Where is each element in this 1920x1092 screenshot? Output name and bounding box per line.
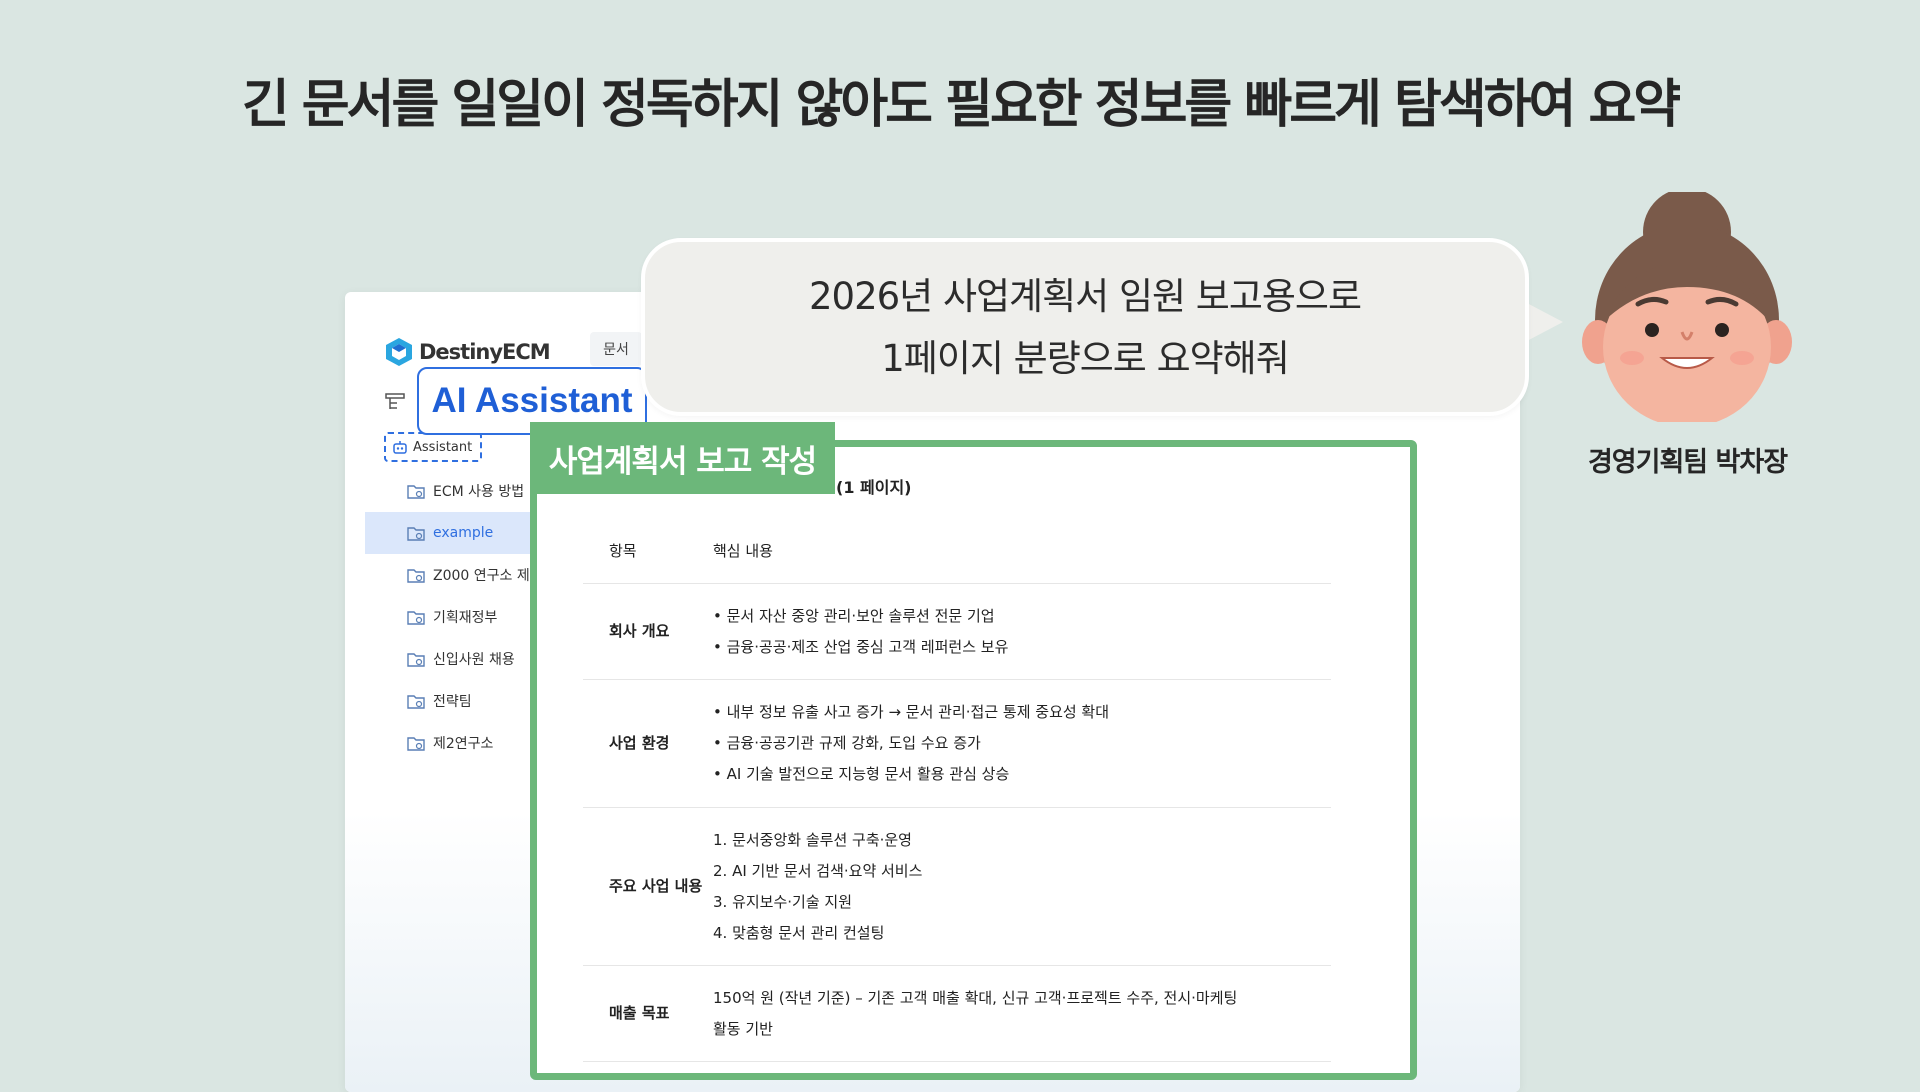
folder-icon bbox=[407, 737, 425, 751]
row-line: • 내부 정보 유출 사고 증가 → 문서 관리·접근 통제 중요성 확대 bbox=[713, 703, 1110, 721]
row-key: 주요 사업 내용 bbox=[609, 877, 703, 895]
logo-text: DestinyECM bbox=[419, 340, 551, 364]
folder-icon bbox=[407, 611, 425, 625]
sidebar-item-label: example bbox=[433, 525, 494, 541]
row-value: • 내부 정보 유출 사고 증가 → 문서 관리·접근 통제 중요성 확대 • … bbox=[713, 680, 1331, 807]
row-key: 사업 환경 bbox=[609, 734, 670, 752]
sidebar-item-label: 전략팀 bbox=[433, 694, 472, 710]
assistant-tree-node[interactable]: Assistant bbox=[384, 432, 482, 462]
report-table: 항목 핵심 내용 회사 개요 • 문서 자산 중앙 관리·보안 솔루션 전문 기… bbox=[583, 520, 1331, 1062]
app-logo[interactable]: DestinyECM bbox=[385, 337, 551, 367]
report-tag: 사업계획서 보고 작성 bbox=[530, 422, 835, 494]
table-row: 주요 사업 내용 1. 문서중앙화 솔루션 구축·운영 2. AI 기반 문서 … bbox=[583, 808, 1331, 966]
header-value: 핵심 내용 bbox=[713, 520, 1331, 583]
report-title: (1 페이지) bbox=[836, 478, 912, 497]
folder-icon bbox=[407, 527, 425, 541]
row-key: 회사 개요 bbox=[609, 622, 670, 640]
row-line: 활동 기반 bbox=[713, 1019, 773, 1038]
table-row: 매출 목표 150억 원 (작년 기준) – 기존 고객 매출 확대, 신규 고… bbox=[583, 966, 1331, 1062]
avatar-caption: 경영기획팀 박차장 bbox=[1587, 447, 1788, 478]
page-headline: 긴 문서를 일일이 정독하지 않아도 필요한 정보를 빠르게 탐색하여 요약 bbox=[241, 75, 1681, 135]
row-line: 150억 원 (작년 기준) – 기존 고객 매출 확대, 신규 고객·프로젝트… bbox=[713, 988, 1238, 1007]
bubble-line-2: 1페이지 분량으로 요약해줘 bbox=[881, 337, 1290, 380]
row-line: 3. 유지보수·기술 지원 bbox=[713, 892, 853, 911]
bubble-line-1: 2026년 사업계획서 임원 보고용으로 bbox=[809, 275, 1362, 318]
row-line: 4. 맞춤형 문서 관리 컨설팅 bbox=[713, 923, 885, 942]
table-row: 회사 개요 • 문서 자산 중앙 관리·보안 솔루션 전문 기업 • 금융·공공… bbox=[583, 584, 1331, 680]
tree-view-icon[interactable] bbox=[385, 392, 405, 416]
row-line: • 금융·공공·제조 산업 중심 고객 레퍼런스 보유 bbox=[713, 637, 1009, 656]
robot-icon bbox=[393, 441, 407, 454]
speech-bubble: 2026년 사업계획서 임원 보고용으로 1페이지 분량으로 요약해줘 bbox=[641, 238, 1529, 416]
tab-documents[interactable]: 문서 bbox=[590, 332, 642, 366]
sidebar-item-label: 신입사원 채용 bbox=[433, 652, 515, 668]
folder-icon bbox=[407, 485, 425, 499]
row-value: 1. 문서중앙화 솔루션 구축·운영 2. AI 기반 문서 검색·요약 서비스… bbox=[713, 808, 1331, 965]
folder-icon bbox=[407, 695, 425, 709]
row-line: • 문서 자산 중앙 관리·보안 솔루션 전문 기업 bbox=[713, 606, 995, 625]
sidebar-item-label: 기획재정부 bbox=[433, 610, 498, 626]
row-key: 매출 목표 bbox=[609, 1004, 670, 1022]
table-row: 사업 환경 • 내부 정보 유출 사고 증가 → 문서 관리·접근 통제 중요성… bbox=[583, 680, 1331, 808]
sidebar-item-label: Z000 연구소 제 bbox=[433, 568, 530, 584]
row-line: • AI 기술 발전으로 지능형 문서 활용 관심 상승 bbox=[713, 765, 1010, 783]
row-line: • 금융·공공기관 규제 강화, 도입 수요 증가 bbox=[713, 734, 981, 752]
row-value: • 문서 자산 중앙 관리·보안 솔루션 전문 기업 • 금융·공공·제조 산업… bbox=[713, 584, 1331, 679]
destiny-logo-icon bbox=[386, 338, 412, 366]
sidebar-item-label: ECM 사용 방법 bbox=[433, 484, 525, 500]
row-line: 1. 문서중앙화 솔루션 구축·운영 bbox=[713, 830, 912, 849]
folder-icon bbox=[407, 653, 425, 667]
folder-icon bbox=[407, 569, 425, 583]
header-key: 항목 bbox=[609, 542, 637, 560]
assistant-node-label: Assistant bbox=[413, 439, 473, 455]
row-line: 2. AI 기반 문서 검색·요약 서비스 bbox=[713, 861, 923, 880]
table-header-row: 항목 핵심 내용 bbox=[583, 520, 1331, 584]
row-value: 150억 원 (작년 기준) – 기존 고객 매출 확대, 신규 고객·프로젝트… bbox=[713, 966, 1331, 1061]
sidebar-item-label: 제2연구소 bbox=[433, 736, 494, 752]
header-value-text: 핵심 내용 bbox=[713, 542, 773, 560]
user-avatar-illustration bbox=[1582, 192, 1792, 422]
speech-bubble-tail bbox=[1525, 302, 1563, 342]
